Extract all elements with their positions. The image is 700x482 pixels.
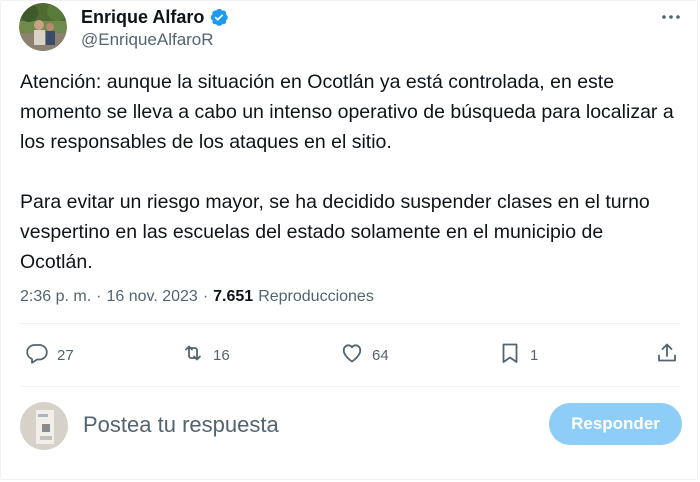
more-dots-icon[interactable]: [659, 7, 683, 27]
reply-submit-button[interactable]: Responder: [549, 403, 682, 445]
divider: [20, 386, 680, 387]
author-avatar[interactable]: [19, 3, 67, 51]
author-display-name[interactable]: Enrique Alfaro: [81, 7, 204, 28]
tweet-time[interactable]: 2:36 p. m.: [20, 288, 91, 306]
reply-button[interactable]: 27: [25, 337, 74, 373]
tweet-text: Atención: aunque la situación en Ocotlán…: [20, 67, 680, 277]
share-button[interactable]: [655, 337, 679, 373]
action-bar: 27 16 64 1: [1, 337, 700, 373]
retweet-count: 16: [213, 346, 230, 364]
divider: [20, 323, 680, 324]
views-label: Reproducciones: [258, 288, 374, 305]
tweet-meta: 2:36 p. m. · 16 nov. 2023 · 7.651 Reprod…: [20, 285, 374, 309]
bookmark-count: 1: [530, 346, 539, 364]
share-upload-icon: [655, 341, 679, 370]
bookmark-button[interactable]: 1: [498, 337, 538, 373]
heart-icon: [340, 341, 364, 370]
author-handle[interactable]: @EnriqueAlfaroR: [81, 30, 214, 50]
retweet-icon: [181, 341, 205, 370]
reply-bubble-icon: [25, 341, 49, 370]
like-button[interactable]: 64: [340, 337, 389, 373]
like-count: 64: [372, 346, 389, 364]
view-count: 7.651: [213, 288, 254, 305]
verified-badge-icon: [209, 7, 229, 27]
retweet-button[interactable]: 16: [181, 337, 230, 373]
tweet-paragraph: Para evitar un riesgo mayor, se ha decid…: [20, 191, 650, 273]
user-avatar[interactable]: [20, 402, 68, 450]
tweet-card: Enrique Alfaro @EnriqueAlfaroR Atención:…: [0, 0, 698, 480]
bookmark-icon: [498, 341, 522, 370]
reply-input[interactable]: Postea tu respuesta: [83, 410, 483, 440]
tweet-paragraph: Atención: aunque la situación en Ocotlán…: [20, 71, 674, 153]
meta-separator: ·: [96, 288, 102, 305]
meta-separator: ·: [202, 288, 209, 305]
tweet-date[interactable]: 16 nov. 2023: [106, 288, 197, 306]
reply-count: 27: [57, 346, 74, 364]
author-name-row: Enrique Alfaro: [81, 5, 229, 29]
